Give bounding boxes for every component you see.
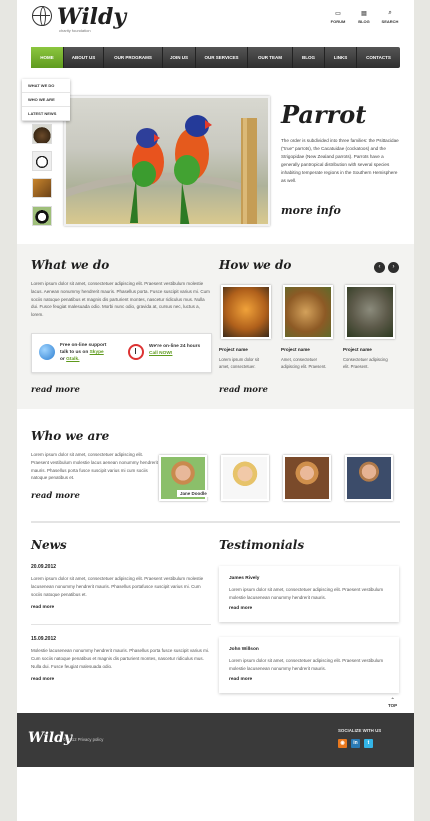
project-text: Consectetuer adipiscing elit. Praesent. <box>343 357 388 369</box>
page: Wildy charity foundation ▭ FORUM ▤ BLOG … <box>17 0 414 821</box>
nav-links[interactable]: LINKS <box>325 47 357 68</box>
news-read-more[interactable]: read more <box>31 605 54 610</box>
who-we-are-text: Lorem ipsum dolor sit amet, consectetuer… <box>31 452 158 481</box>
team-photo-woman-dog[interactable] <box>221 455 269 501</box>
nav-our-team[interactable]: OUR TEAM <box>248 47 293 68</box>
news-text: Molestie lacusenean nonummy hendrerit ma… <box>31 648 210 669</box>
support-box: Free on-line support talk to us on Skype… <box>31 333 212 373</box>
back-to-top-link[interactable]: ⌃ TOP <box>388 697 397 708</box>
team-photo-older-woman[interactable] <box>283 455 331 501</box>
testimonial-name: John Willson <box>229 647 259 652</box>
globe-icon <box>39 344 55 360</box>
chat-icon: ▭ <box>335 11 341 17</box>
project-text: Lorem ipsum dolor sit amet, consectetuer… <box>219 357 260 369</box>
next-arrow-button[interactable]: › <box>388 262 399 273</box>
dropdown-item-latest-news[interactable]: LATEST NEWS <box>22 107 70 121</box>
footer: Wildy © 2012 Privacy policy SOCIALIZE WI… <box>17 713 414 767</box>
header-search-link[interactable]: ⌕ SEARCH <box>377 10 403 24</box>
how-we-do-read-more[interactable]: read more <box>219 385 268 395</box>
what-we-do-read-more[interactable]: read more <box>31 385 80 395</box>
testimonial-text: Lorem ipsum dolor sit amet, consectetuer… <box>229 658 384 671</box>
hero-text: The order is subdivided into three famil… <box>281 138 399 183</box>
news-read-more[interactable]: read more <box>31 677 54 682</box>
dropdown-item-who-we-are[interactable]: WHO WE ARE <box>22 93 70 107</box>
nav-about-us[interactable]: ABOUT US <box>64 47 104 68</box>
footer-copyright[interactable]: © 2012 Privacy policy <box>63 737 103 742</box>
linkedin-icon[interactable]: in <box>351 739 360 748</box>
header-forum-link[interactable]: ▭ FORUM <box>325 10 351 24</box>
who-we-are-read-more[interactable]: read more <box>31 491 80 501</box>
section-divider <box>31 521 400 523</box>
home-dropdown-menu: WHAT WE DO WHO WE ARE LATEST NEWS <box>22 79 70 121</box>
project-image-lemur[interactable] <box>283 285 333 339</box>
news-text: Lorem ipsum dolor sit amet, consectetuer… <box>31 576 204 597</box>
hero-thumb-tiger[interactable] <box>32 178 52 198</box>
news-divider <box>31 624 211 625</box>
news-date: 15.09.2012 <box>31 636 57 642</box>
hero-title: Parrot <box>281 100 367 129</box>
testimonial-read-more[interactable]: read more <box>229 606 252 611</box>
testimonial-read-more[interactable]: read more <box>229 677 252 682</box>
nav-our-services[interactable]: OUR SERVICES <box>196 47 248 68</box>
testimonial-card: John Willson Lorem ipsum dolor sit amet,… <box>219 637 399 693</box>
hero-more-info-link[interactable]: more info <box>281 204 341 217</box>
who-we-are-title: Who we are <box>31 429 110 443</box>
project-name[interactable]: Project name <box>343 347 372 352</box>
twitter-icon[interactable]: t <box>364 739 373 748</box>
header-forum-label: FORUM <box>330 19 346 24</box>
support-info: Free on-line support talk to us on Skype… <box>60 343 107 362</box>
project-text: Amet, consectetuer adipiscing elit. Prae… <box>281 357 327 369</box>
nav-join-us[interactable]: JOIN US <box>163 47 196 68</box>
hero-thumb-panda[interactable] <box>32 151 52 171</box>
hero-thumb-panda-2[interactable] <box>32 206 52 226</box>
what-we-do-title: What we do <box>31 258 110 272</box>
blog-icon: ▤ <box>361 11 367 17</box>
prev-arrow-button[interactable]: ‹ <box>374 262 385 273</box>
header-blog-label: BLOG <box>358 19 370 24</box>
news-title: News <box>31 538 67 552</box>
nav-our-programs[interactable]: OUR PROGRAMS <box>104 47 163 68</box>
project-image-tiger[interactable] <box>221 285 271 339</box>
social-title: SOCIALIZE WITH US <box>338 728 382 733</box>
testimonial-card: James Rively Lorem ipsum dolor sit amet,… <box>219 566 399 622</box>
logo-tagline: charity foundation <box>59 28 91 33</box>
hero-thumb-bear[interactable] <box>32 124 52 144</box>
main-nav: HOME ABOUT US OUR PROGRAMS JOIN US OUR S… <box>31 47 400 68</box>
hero-image-parrots <box>64 96 270 226</box>
team-name-label: Jane Doodle <box>177 490 210 497</box>
logo-text[interactable]: Wildy <box>57 4 126 30</box>
team-photo-man[interactable] <box>345 455 393 501</box>
header-search-label: SEARCH <box>381 19 399 24</box>
testimonials-title: Testimonials <box>219 538 305 552</box>
nav-blog[interactable]: BLOG <box>293 47 325 68</box>
how-we-do-title: How we do <box>219 258 292 272</box>
nav-home[interactable]: HOME <box>31 47 64 68</box>
gtalk-link[interactable]: Gtalk. <box>66 357 79 362</box>
project-name[interactable]: Project name <box>281 347 310 352</box>
hours-info: We're on-line 24 hours Call NOW! <box>149 344 201 357</box>
logo-globe-icon[interactable] <box>32 6 52 26</box>
rss-icon[interactable]: ◉ <box>338 739 347 748</box>
what-we-do-text: Lorem ipsum dolor sit amet, consectetuer… <box>31 281 210 318</box>
nav-contacts[interactable]: CONTACTS <box>357 47 400 68</box>
clock-icon <box>128 344 144 360</box>
project-name[interactable]: Project name <box>219 347 248 352</box>
header-blog-link[interactable]: ▤ BLOG <box>351 10 377 24</box>
search-icon: ⌕ <box>388 10 392 16</box>
skype-link[interactable]: Skype <box>90 350 104 355</box>
call-now-link[interactable]: Call NOW! <box>149 350 200 357</box>
project-image-monkey[interactable] <box>345 285 395 339</box>
dropdown-item-what-we-do[interactable]: WHAT WE DO <box>22 79 70 93</box>
testimonial-name: James Rively <box>229 576 260 581</box>
news-date: 20.09.2012 <box>31 564 57 570</box>
testimonial-text: Lorem ipsum dolor sit amet, consectetuer… <box>229 587 384 600</box>
